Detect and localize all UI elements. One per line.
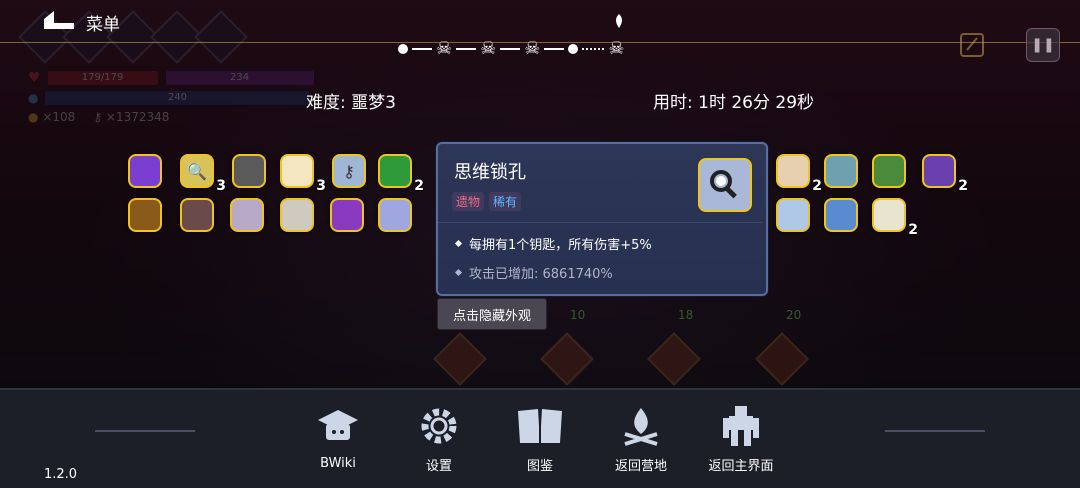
gear-icon	[415, 402, 463, 449]
relic-type-tag: 遗物	[452, 192, 485, 211]
hide-appearance-button[interactable]: 点击隐藏外观	[437, 298, 547, 330]
return-camp-button[interactable]: 返回营地	[601, 402, 681, 474]
relic-slot[interactable]: 2	[776, 154, 822, 194]
relic-slot[interactable]	[280, 198, 314, 232]
book-icon	[516, 402, 564, 449]
keyhole-magnifier-icon	[698, 158, 752, 212]
relic-slot[interactable]	[128, 198, 162, 232]
magnifier-icon: 🔍	[180, 154, 214, 188]
route-link	[412, 48, 432, 50]
relic-slot[interactable]: 3	[280, 154, 326, 194]
relic-name: 思维锁孔	[454, 162, 526, 183]
mirror-icon	[824, 198, 858, 232]
skull-icon: ☠	[436, 38, 453, 59]
route-link	[500, 48, 521, 50]
ice-crystal-icon	[776, 198, 810, 232]
relic-count: 2	[908, 222, 918, 238]
tooltip-divider	[438, 222, 762, 223]
graduation-cap-icon	[314, 402, 362, 450]
decorative-line	[885, 430, 985, 432]
rope-icon	[230, 198, 264, 232]
relic-slot[interactable]	[776, 198, 810, 232]
skull-icon: ☠	[524, 38, 541, 59]
relic-slot[interactable]	[330, 198, 364, 232]
menu-button[interactable]: 菜单	[40, 8, 120, 36]
version-label: 1.2.0	[44, 467, 78, 482]
relic-tooltip: 思维锁孔 遗物 稀有 每拥有1个钥匙，所有伤害+5% 攻击已增加: 686174…	[436, 142, 768, 296]
relic-bonus: 攻击已增加: 6861740%	[454, 263, 613, 282]
cone-shell-icon	[280, 154, 314, 188]
route-link	[456, 48, 477, 50]
relic-slot[interactable]	[128, 154, 162, 188]
back-arrow-icon	[40, 9, 76, 35]
green-crystal-icon	[378, 154, 412, 188]
relic-effect: 每拥有1个钥匙，所有伤害+5%	[454, 234, 652, 253]
hat-icon	[872, 154, 906, 188]
run-timer: 用时: 1时 26分 29秒	[653, 93, 815, 113]
decorative-line	[95, 430, 195, 432]
top-bar: 菜单 ❚❚	[0, 0, 1080, 62]
route-progress: ☠ ☠ ☠ ☠	[398, 40, 625, 58]
golem-icon	[717, 402, 765, 449]
relic-slot[interactable]: 🔍 3	[180, 154, 226, 194]
boss-skull-icon: ☠	[608, 38, 625, 59]
relic-bonus-text: 攻击已增加: 6861740%	[469, 267, 613, 282]
relic-count: 2	[958, 178, 968, 194]
stone-idol-icon	[232, 154, 266, 188]
relic-effect-text: 每拥有1个钥匙，所有伤害+5%	[469, 238, 652, 253]
codex-button[interactable]: 图鉴	[500, 402, 580, 474]
route-node	[398, 44, 408, 54]
pause-button[interactable]: ❚❚	[1026, 28, 1060, 62]
relic-rarity-tag: 稀有	[489, 192, 522, 211]
relic-slot[interactable]: 2	[872, 198, 918, 238]
return-main-label: 返回主界面	[708, 459, 774, 474]
cloak-icon	[180, 198, 214, 232]
settings-label: 设置	[425, 459, 452, 474]
pause-icon: ❚❚	[1031, 37, 1055, 53]
relic-count: 3	[316, 178, 326, 194]
return-camp-label: 返回营地	[614, 459, 667, 474]
current-position-marker	[614, 14, 624, 32]
relic-slot[interactable]	[824, 198, 858, 232]
teeth-icon	[872, 198, 906, 232]
bwiki-button[interactable]: BWiki	[298, 402, 378, 474]
journal-icon[interactable]	[956, 30, 990, 60]
relic-slot[interactable]	[378, 198, 412, 232]
relic-slot[interactable]	[232, 154, 266, 188]
relic-slot[interactable]	[824, 154, 858, 188]
wizard-hat-icon	[922, 154, 956, 188]
relic-tags: 遗物 稀有	[452, 192, 522, 211]
relic-slot[interactable]: 2	[922, 154, 968, 194]
key-icon: ⚷	[332, 154, 366, 188]
crystal-drop-icon	[378, 198, 412, 232]
purple-boot-icon	[330, 198, 364, 232]
settings-button[interactable]: 设置	[399, 402, 479, 474]
skull-icon: ☠	[480, 38, 497, 59]
relic-slot[interactable]	[230, 198, 264, 232]
relic-slot[interactable]: ⚷	[332, 154, 366, 188]
route-link-unvisited	[582, 48, 605, 50]
treasure-chest-icon	[128, 198, 162, 232]
menu-label: 菜单	[86, 14, 120, 35]
difficulty-label: 难度: 噩梦3	[306, 93, 396, 113]
codex-label: 图鉴	[526, 459, 553, 474]
route-link	[544, 48, 565, 50]
route-node	[568, 44, 579, 54]
feather-icon	[776, 154, 810, 188]
ribcage-icon	[280, 198, 314, 232]
relic-count: 2	[414, 178, 424, 194]
bullet-icon	[454, 268, 463, 277]
relic-count: 2	[812, 178, 822, 194]
relic-slot[interactable]	[180, 198, 214, 232]
campfire-icon	[617, 402, 665, 449]
bwiki-label: BWiki	[320, 456, 356, 471]
bullet-icon	[454, 239, 463, 248]
rainbow-cape-icon	[128, 154, 162, 188]
compass-icon	[824, 154, 858, 188]
relic-count: 3	[216, 178, 226, 194]
return-main-button[interactable]: 返回主界面	[701, 402, 781, 474]
relic-slot[interactable]: 2	[378, 154, 424, 194]
relic-slot[interactable]	[872, 154, 906, 188]
